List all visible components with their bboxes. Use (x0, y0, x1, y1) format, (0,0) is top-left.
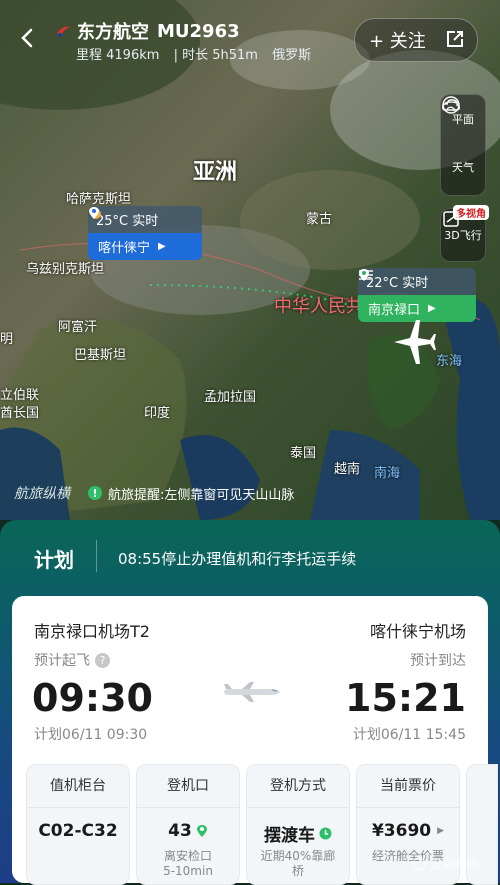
dest-weather-temp: 22°C 实时 (358, 268, 476, 295)
dest-weather-card[interactable]: 22°C 实时 南京禄口 ▶ (358, 268, 476, 322)
airplane-icon (224, 682, 280, 702)
tile-value: ¥3690 ▶ (357, 821, 459, 841)
travel-notice[interactable]: 航旅纵横 ! 航旅提醒:左侧靠窗可见天山山脉 (14, 478, 486, 508)
departure-airport[interactable]: 南京禄口机场T2 (34, 618, 150, 642)
plane-marker-icon (394, 320, 436, 364)
origin-city-tag[interactable]: 喀什徕宁 ▶ (88, 207, 202, 260)
origin-weather-temp: 25°C 实时 (88, 206, 202, 233)
tile-boarding-method[interactable]: 登机方式 摆渡车 近期40%靠廊 桥 (246, 764, 350, 885)
map-control-weather[interactable]: 天气 (441, 99, 485, 191)
boarding-method-sub: 近期40%靠廊 桥 (260, 849, 336, 878)
tile-value: 摆渡车 (247, 821, 349, 846)
dest-temp-text: 22°C 实时 (366, 276, 429, 291)
airline-logo-icon (57, 26, 70, 37)
departure-label: 预计起飞 ? (34, 650, 110, 670)
watermark-text: 云端观航 (429, 857, 478, 871)
departure-time: 09:30 (32, 676, 153, 720)
map-label-pakistan: 巴基斯坦 (74, 348, 127, 363)
map-label-left-cut: 明 (0, 332, 14, 347)
gate-value: 43 (168, 821, 192, 841)
3d-flight-icon (443, 211, 459, 227)
location-pin-icon (196, 825, 207, 837)
tile-checkin-counter[interactable]: 值机柜台 C02-C32 (26, 764, 130, 885)
departure-label-text: 预计起飞 (34, 653, 90, 669)
tile-divider (27, 807, 129, 808)
map-label-vietnam: 越南 (334, 462, 361, 477)
boarding-method-value: 摆渡车 (264, 826, 315, 846)
app-brand: 航旅纵横 (14, 486, 70, 502)
plan-divider (96, 540, 97, 572)
tile-title: 当前票价 (380, 778, 436, 794)
cloud-logo-icon (412, 856, 426, 871)
map-label-uzbekistan: 乌兹别克斯坦 (26, 262, 105, 277)
tile-divider (137, 807, 239, 808)
back-arrow-icon[interactable] (14, 24, 42, 52)
flight-title: 东方航空 MU2963 (55, 18, 240, 44)
tile-title: 登机方式 (270, 778, 326, 794)
tile-divider (357, 807, 459, 808)
tile-value: 43 (137, 821, 239, 841)
header-actions: + 关注 (354, 18, 478, 62)
map-label-uae: 立伯联 (0, 388, 40, 403)
tile-title: 登机口 (167, 778, 209, 794)
arrival-time: 15:21 (345, 676, 466, 720)
airline-name: 东方航空 (77, 22, 149, 43)
info-icon: ! (88, 486, 102, 500)
map-control-3d-flight[interactable]: 多视角 3D飞行 (440, 205, 489, 262)
origin-city-text: 喀什徕宁 (98, 241, 151, 256)
help-icon[interactable]: ? (95, 652, 110, 668)
tile-divider (247, 807, 349, 808)
ticket-price-value: ¥3690 (371, 821, 432, 841)
flight-detail-card: 南京禄口机场T2 喀什徕宁机场 预计起飞 ? 预计到达 09:30 15:21 … (12, 596, 498, 885)
map-label-thailand: 泰国 (290, 446, 317, 461)
clock-icon (319, 827, 332, 840)
flight-duration: | 时长 5h51m (173, 48, 258, 63)
location-pin-icon (89, 207, 99, 219)
tile-value: C02-C32 (27, 821, 129, 841)
map-label-oman: 酋长国 (0, 406, 40, 421)
watermark: 云端观航 (412, 855, 478, 872)
map-label-kazakhstan: 哈萨克斯坦 (66, 192, 132, 207)
map-control-3d-label: 3D飞行 (444, 229, 482, 242)
share-icon[interactable] (445, 29, 465, 49)
plan-notice: 08:55停止办理值机和行李托运手续 (118, 550, 357, 568)
tile-title: 值机柜台 (50, 778, 106, 794)
flight-distance: 里程 4196km (76, 48, 160, 63)
flight-number: MU2963 (157, 20, 240, 42)
origin-weather-card[interactable]: 25°C 实时 喀什徕宁 ▶ (88, 206, 202, 260)
departure-planned: 计划06/11 09:30 (34, 727, 148, 743)
location-pin-icon (359, 269, 369, 281)
follow-button[interactable]: + 关注 (369, 27, 426, 53)
top-bar: 东方航空 MU2963 里程 4196km | 时长 5h51m 俄罗斯 + 关… (0, 0, 500, 80)
play-arrow-icon: ▶ (158, 241, 166, 252)
map-label-mongolia: 蒙古 (306, 212, 333, 227)
notice-text: 航旅提醒:左侧靠窗可见天山山脉 (108, 487, 295, 503)
play-arrow-icon: ▶ (428, 303, 436, 314)
play-arrow-icon: ▶ (437, 826, 445, 836)
cloud-icon (442, 99, 460, 111)
arrival-planned: 计划06/11 15:45 (352, 727, 466, 743)
map-label-bangladesh: 孟加拉国 (204, 390, 257, 405)
arrival-airport[interactable]: 喀什徕宁机场 (370, 618, 466, 642)
flight-region: 俄罗斯 (272, 48, 312, 63)
map-control-weather-label: 天气 (452, 161, 474, 174)
origin-temp-text: 25°C 实时 (96, 214, 159, 229)
map-label-india: 印度 (144, 406, 171, 421)
checkin-counter-value: C02-C32 (38, 821, 118, 841)
map-label-china: 中华人民共 (274, 296, 364, 317)
arrival-label: 预计到达 (410, 653, 466, 669)
tile-gate[interactable]: 登机口 43 离安检口 5-10min (136, 764, 240, 885)
gate-sub: 离安检口 5-10min (163, 849, 213, 878)
plan-title: 计划 (34, 548, 74, 572)
flight-subtitle: 里程 4196km | 时长 5h51m 俄罗斯 (76, 44, 321, 63)
map-view-controls: 平面 天气 (440, 94, 486, 196)
map-label-asia: 亚洲 (193, 160, 238, 185)
map-label-afghanistan: 阿富汗 (58, 320, 98, 335)
